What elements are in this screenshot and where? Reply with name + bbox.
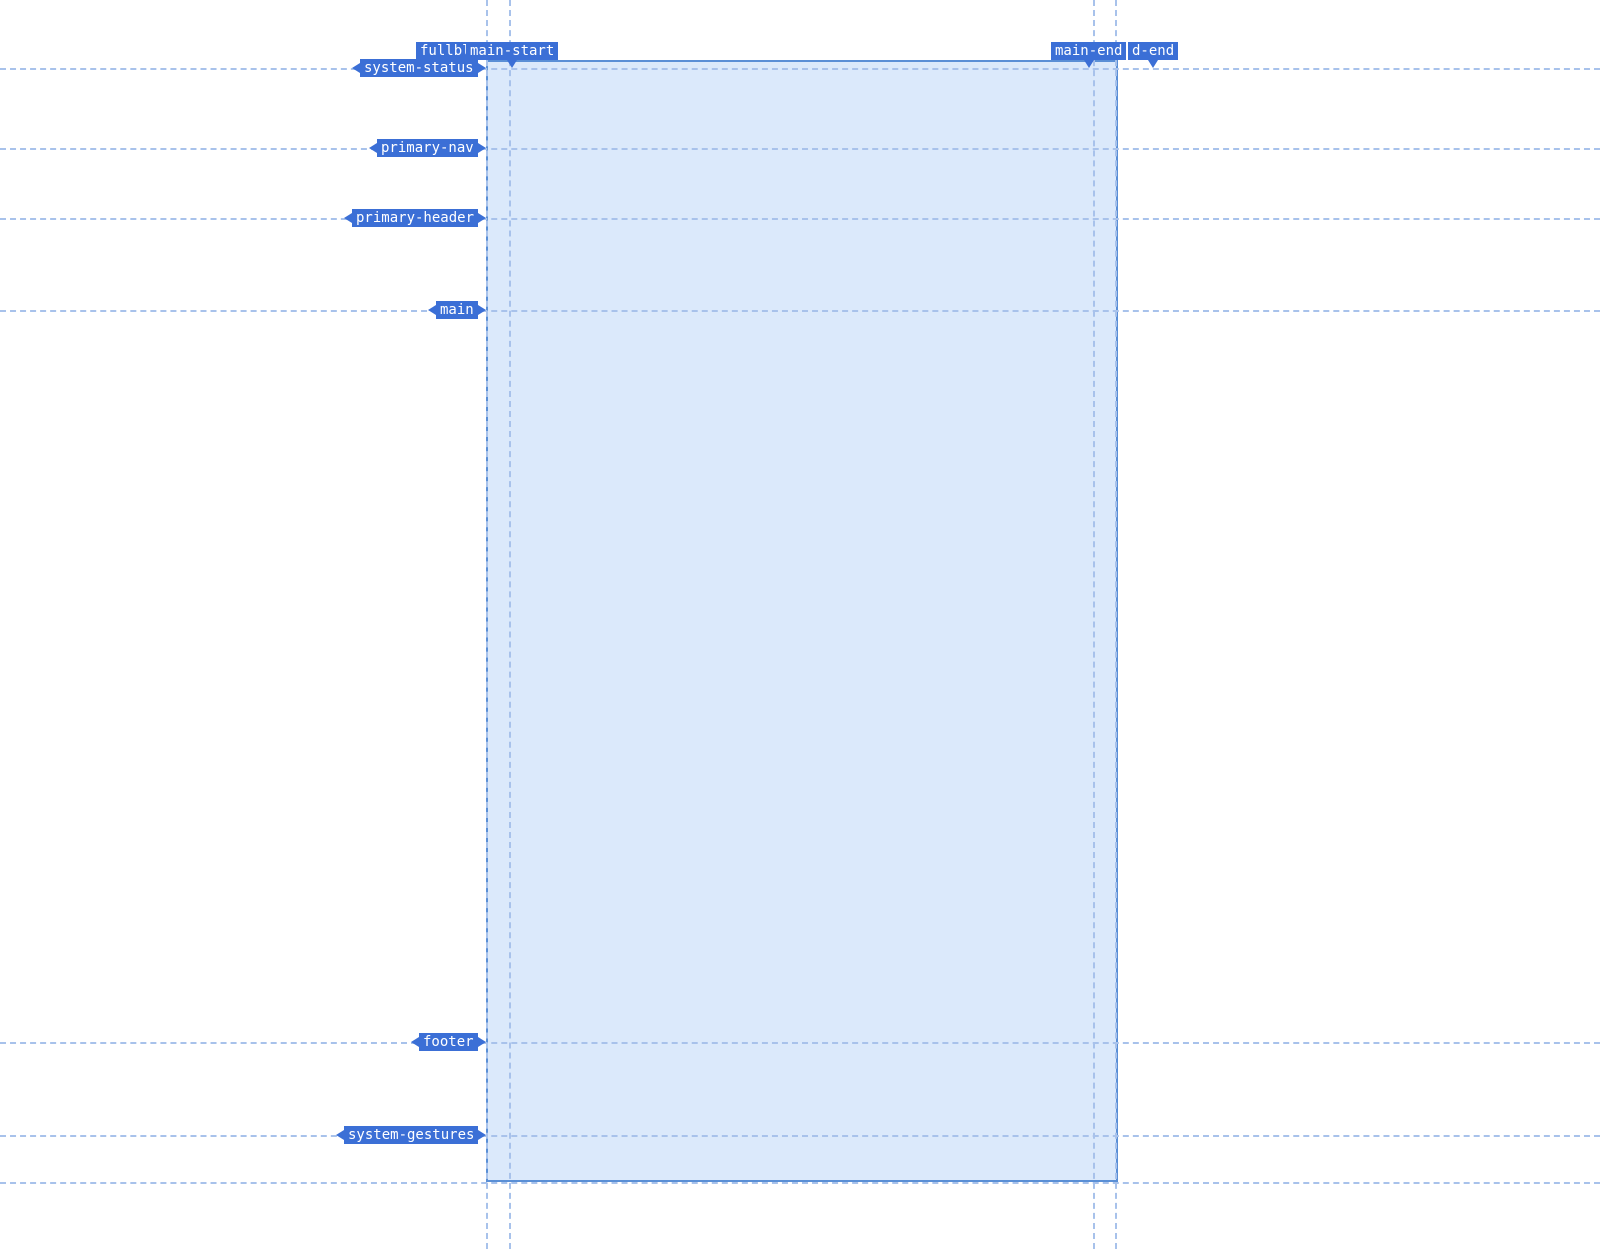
col-fullbleed-start-line xyxy=(486,0,488,1249)
row-main-label: main xyxy=(436,301,478,319)
row-footer-label: footer xyxy=(419,1033,478,1051)
row-system-status-line xyxy=(0,68,1600,70)
row-main-line xyxy=(0,310,1600,312)
row-primary-nav-label: primary-nav xyxy=(377,139,478,157)
row-primary-header-label: primary-header xyxy=(352,209,478,227)
row-primary-nav-line xyxy=(0,148,1600,150)
row-system-status-label: system-status xyxy=(360,59,478,77)
col-fullbleed-end-label: d-end xyxy=(1128,42,1178,60)
row-footer-line xyxy=(0,1042,1600,1044)
row-primary-header-line xyxy=(0,218,1600,220)
row-system-gestures-label: system-gestures xyxy=(344,1126,478,1144)
row-bottom-guide-line xyxy=(0,1182,1600,1184)
row-system-gestures-line xyxy=(0,1135,1600,1137)
col-main-end-label: main-end xyxy=(1051,42,1126,60)
col-fullbleed-end-line xyxy=(1115,0,1117,1249)
col-main-start-label: main-start xyxy=(466,42,558,60)
col-main-end-line xyxy=(1093,0,1095,1249)
grid-frame xyxy=(486,60,1118,1182)
col-main-start-line xyxy=(509,0,511,1249)
